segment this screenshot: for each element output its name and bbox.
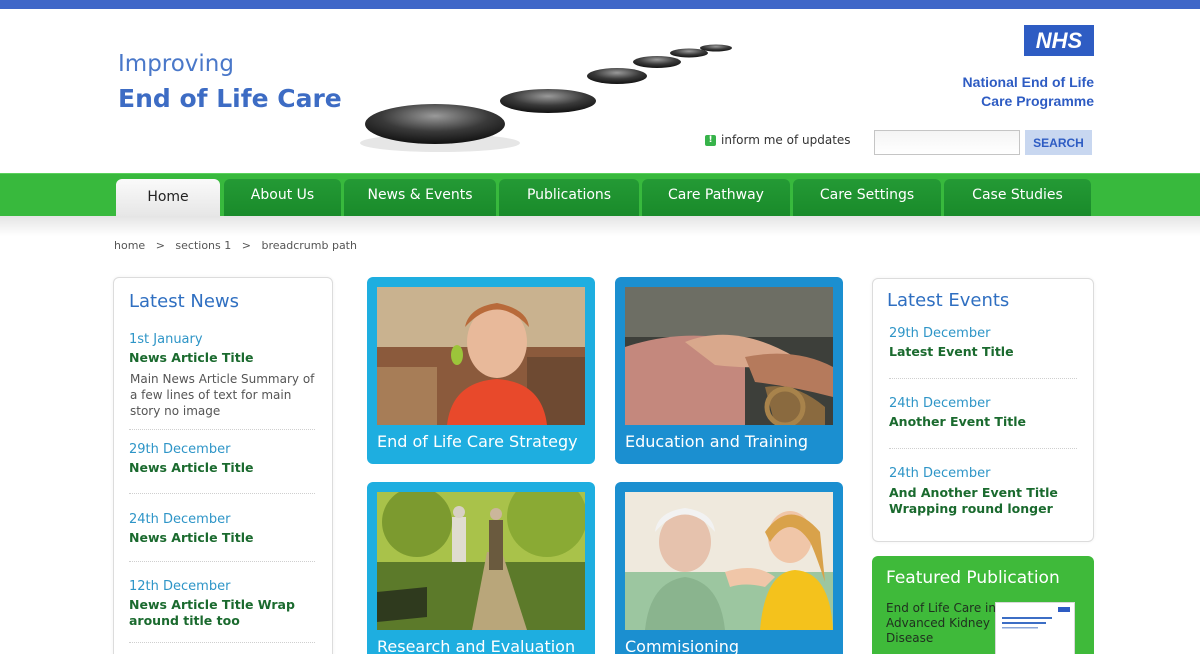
commissioning-photo xyxy=(625,492,833,630)
event-date: 29th December xyxy=(889,326,991,341)
search-input[interactable] xyxy=(874,130,1020,155)
breadcrumb-separator: > xyxy=(241,239,251,252)
publication-cover-image[interactable] xyxy=(995,602,1075,654)
featured-publication-name[interactable]: End of Life Care in Advanced Kidney Dise… xyxy=(886,601,996,646)
breadcrumb-item-home[interactable]: home xyxy=(114,239,145,252)
news-date: 12th December xyxy=(129,579,231,594)
site-logo-line1[interactable]: Improving xyxy=(118,51,234,77)
event-date: 24th December xyxy=(889,396,991,411)
programme-line1: National End of Life xyxy=(962,74,1094,90)
breadcrumb-item-current: breadcrumb path xyxy=(261,239,357,252)
event-title-link[interactable]: And Another Event Title Wrapping round l… xyxy=(889,485,1058,517)
site-header: Improving End of Life Care NHS National … xyxy=(0,9,1200,173)
breadcrumb-separator: > xyxy=(155,239,165,252)
news-date: 24th December xyxy=(129,512,231,527)
site-logo-line2[interactable]: End of Life Care xyxy=(118,84,342,113)
latest-news-title: Latest News xyxy=(129,291,239,312)
news-title-line: around title too xyxy=(129,613,240,628)
education-photo xyxy=(625,287,833,425)
main-nav: Home About Us News & Events Publications… xyxy=(0,173,1200,217)
tab-care-settings[interactable]: Care Settings xyxy=(793,179,941,217)
news-date: 1st January xyxy=(129,332,203,347)
alert-icon: ! xyxy=(705,134,716,146)
event-title-line: Wrapping round longer xyxy=(889,501,1053,516)
research-photo xyxy=(377,492,585,630)
event-title-line: And Another Event Title xyxy=(889,485,1058,500)
tile-research[interactable]: Research and Evaluation xyxy=(367,482,595,654)
news-date: 29th December xyxy=(129,442,231,457)
tile-commissioning[interactable]: Commisioning xyxy=(615,482,843,654)
stepping-stones-image xyxy=(360,44,732,152)
latest-events-title: Latest Events xyxy=(887,290,1010,311)
programme-line2: Care Programme xyxy=(981,93,1094,109)
news-title-link[interactable]: News Article Title xyxy=(129,350,253,366)
breadcrumb-separator xyxy=(165,239,176,252)
tile-label: End of Life Care Strategy xyxy=(377,432,578,451)
breadcrumb-separator xyxy=(231,239,242,252)
tile-label: Education and Training xyxy=(625,432,809,451)
event-title-link[interactable]: Another Event Title xyxy=(889,414,1026,430)
breadcrumb-separator xyxy=(145,239,156,252)
tab-about-us[interactable]: About Us xyxy=(224,179,341,217)
news-title-link[interactable]: News Article Title xyxy=(129,530,253,546)
divider xyxy=(129,429,315,430)
divider xyxy=(129,561,315,562)
news-summary: Main News Article Summary of a few lines… xyxy=(130,372,315,418)
tab-news-events[interactable]: News & Events xyxy=(344,179,496,217)
news-title-link[interactable]: News Article Title Wrap around title too xyxy=(129,597,295,629)
tab-home[interactable]: Home xyxy=(116,179,220,217)
news-title-link[interactable]: News Article Title xyxy=(129,460,253,476)
featured-publication-title: Featured Publication xyxy=(886,568,1060,588)
news-title-line: News Article Title Wrap xyxy=(129,597,295,612)
tab-publications[interactable]: Publications xyxy=(499,179,639,217)
featured-publication-panel[interactable]: Featured Publication End of Life Care in… xyxy=(872,556,1094,654)
event-title-link[interactable]: Latest Event Title xyxy=(889,344,1014,360)
latest-events-panel: Latest Events 29th December Latest Event… xyxy=(872,278,1094,542)
breadcrumb: home > sections 1 > breadcrumb path xyxy=(114,239,357,252)
divider xyxy=(889,448,1077,449)
latest-news-panel: Latest News 1st January News Article Tit… xyxy=(113,277,333,654)
tab-care-pathway[interactable]: Care Pathway xyxy=(642,179,790,217)
divider xyxy=(129,493,315,494)
breadcrumb-separator xyxy=(251,239,262,252)
tile-label: Commisioning xyxy=(625,637,740,654)
nav-shadow xyxy=(0,216,1200,236)
inform-updates-label: inform me of updates xyxy=(721,133,851,147)
tile-label: Research and Evaluation xyxy=(377,637,576,654)
top-accent-bar xyxy=(0,0,1200,9)
search-button[interactable]: SEARCH xyxy=(1025,130,1092,155)
breadcrumb-item-section[interactable]: sections 1 xyxy=(175,239,231,252)
strategy-photo xyxy=(377,287,585,425)
tile-education[interactable]: Education and Training xyxy=(615,277,843,464)
divider xyxy=(889,378,1077,379)
event-date: 24th December xyxy=(889,466,991,481)
tile-strategy[interactable]: End of Life Care Strategy xyxy=(367,277,595,464)
programme-name: National End of Life Care Programme xyxy=(963,73,1094,111)
divider xyxy=(129,642,315,643)
tab-case-studies[interactable]: Case Studies xyxy=(944,179,1091,217)
nhs-logo[interactable]: NHS xyxy=(1024,25,1094,56)
inform-updates-link[interactable]: ! inform me of updates xyxy=(705,133,851,147)
